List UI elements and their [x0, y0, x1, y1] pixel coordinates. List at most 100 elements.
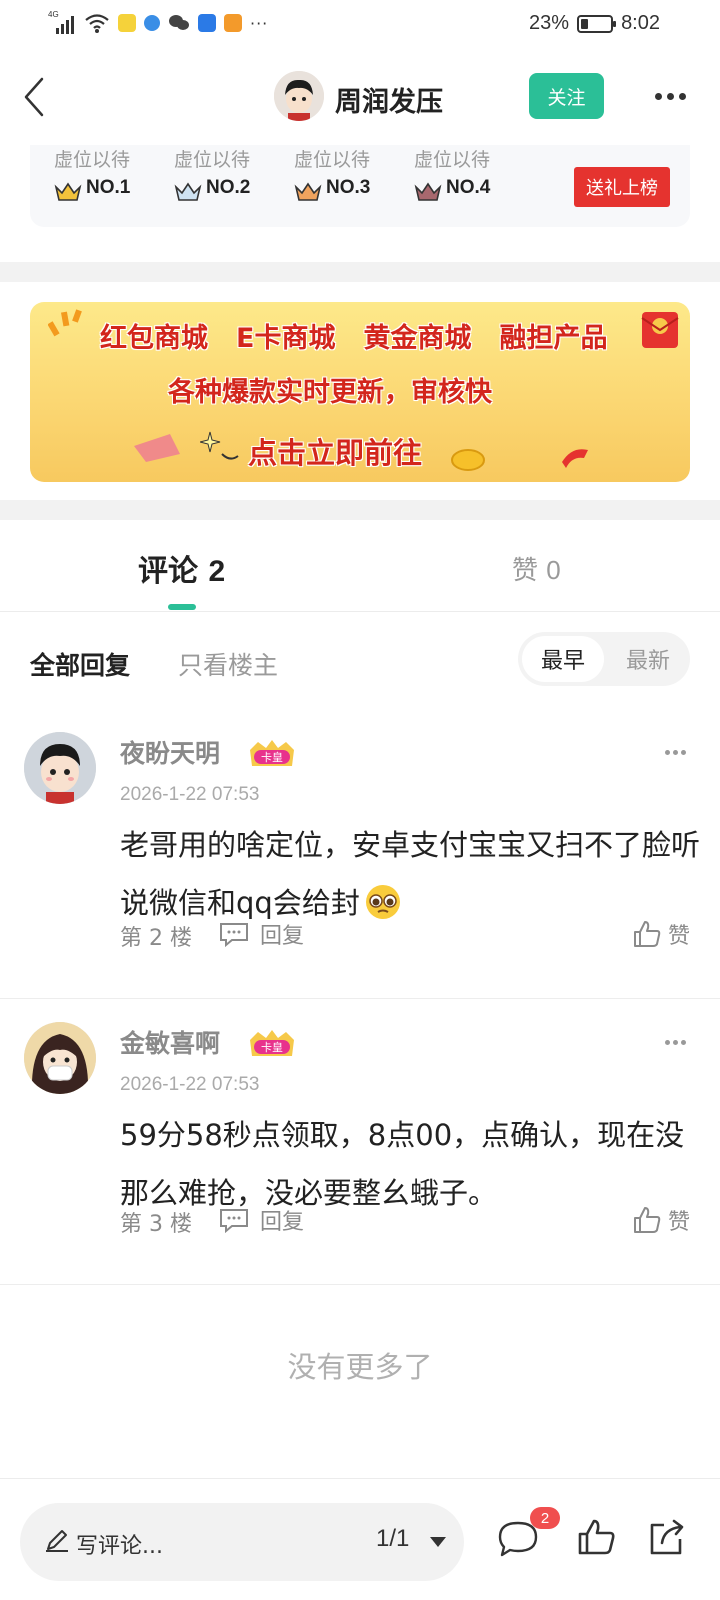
- cartoon-avatar-icon: [274, 71, 324, 121]
- reply-button[interactable]: 回复: [218, 918, 304, 950]
- rank-number: NO.2: [206, 177, 251, 198]
- more-notifications: ···: [250, 13, 269, 33]
- floor-number: 第 2 楼: [120, 926, 192, 951]
- end-of-list-text: 没有更多了: [287, 1350, 433, 1384]
- rank-slot-4[interactable]: 虚位以待 NO.4: [414, 145, 524, 201]
- banner-cta[interactable]: 点击立即前往: [248, 430, 422, 472]
- thumbs-up-icon: [634, 921, 661, 947]
- reply-icon: [220, 923, 248, 947]
- like-button[interactable]: 赞: [632, 1204, 690, 1236]
- cartoon-avatar-icon: [24, 732, 96, 804]
- more-options-icon[interactable]: [650, 81, 690, 111]
- sort-earliest-button[interactable]: 最早: [522, 636, 604, 682]
- battery-percent: 23%: [529, 12, 570, 34]
- reply-button[interactable]: 回复: [218, 1204, 304, 1236]
- commenter-avatar[interactable]: [24, 732, 96, 804]
- vip-badge-text: 卡皇: [261, 1040, 283, 1054]
- gift-rank-button[interactable]: 送礼上榜: [574, 167, 670, 207]
- rank-slot-3[interactable]: 虚位以待 NO.3: [294, 145, 404, 201]
- signal-icon: 4G: [48, 10, 76, 36]
- sparkle-icon: [48, 309, 82, 337]
- status-bar: 4G ··· 23% 8:02: [0, 0, 720, 50]
- rank-slot-label: 虚位以待: [414, 149, 491, 171]
- banner-subtitle: 各种爆款实时更新，审核快: [168, 377, 492, 408]
- bottom-action-bar: 写评论... 1/1 2: [0, 1478, 720, 1600]
- like-label: 赞: [668, 924, 691, 949]
- comment-item: 夜盼天明 卡皇 2026-1-22 07:53 老哥用的啥定位，安卓支付宝宝又扫…: [0, 732, 720, 992]
- red-envelope-icon: [641, 312, 679, 348]
- tab-comments[interactable]: 评论 2: [138, 546, 225, 590]
- comment-tabs: 评论 2 赞 0: [0, 520, 720, 612]
- reply-label: 回复: [260, 1210, 305, 1235]
- rank-slot-2[interactable]: 虚位以待 NO.2: [174, 145, 284, 201]
- battery-icon: [577, 14, 617, 33]
- author-avatar[interactable]: [274, 71, 324, 121]
- status-right: 23% 8:02: [529, 12, 660, 35]
- reply-label: 回复: [260, 924, 305, 949]
- browser-app-icon: [144, 15, 160, 31]
- section-divider: [0, 500, 720, 520]
- tab-likes[interactable]: 赞 0: [512, 550, 561, 587]
- comment-more-icon[interactable]: [660, 742, 690, 762]
- rank-slot-1[interactable]: 虚位以待 NO.1: [54, 145, 164, 201]
- tab-likes-label: 赞: [512, 556, 539, 586]
- crown-gold-icon: [54, 182, 82, 201]
- comment-more-icon[interactable]: [660, 1032, 690, 1052]
- vip-badge-text: 卡皇: [261, 750, 283, 764]
- commenter-name[interactable]: 金敏喜啊: [120, 1024, 220, 1060]
- thumbs-up-icon: [634, 1207, 661, 1233]
- follow-button[interactable]: 关注: [529, 73, 604, 119]
- anime-avatar-icon: [24, 1022, 96, 1094]
- sort-newest-button[interactable]: 最新: [610, 636, 686, 682]
- rank-number: NO.3: [326, 177, 371, 198]
- commenter-avatar[interactable]: [24, 1022, 96, 1094]
- banner-item: E卡商城: [236, 323, 336, 354]
- crown-dark-icon: [414, 182, 442, 201]
- tab-comments-count: 2: [208, 555, 226, 588]
- rank-number: NO.1: [86, 177, 131, 198]
- back-icon[interactable]: [20, 75, 50, 119]
- coin-icon: [451, 449, 485, 471]
- vip-badge-icon: 卡皇: [250, 1030, 294, 1056]
- banner-item: 红包商城: [100, 323, 208, 354]
- ribbon-icon: [562, 449, 588, 468]
- comment-filters: 全部回复 只看楼主 最早 最新: [0, 632, 720, 692]
- thumbs-up-icon[interactable]: [576, 1517, 616, 1557]
- banner-item: 黄金商城: [363, 323, 472, 354]
- gift-ranking-card: 虚位以待 NO.1 虚位以待 NO.2 虚位以待 NO.3 虚位以待 NO.4 …: [30, 145, 690, 227]
- wifi-icon: [85, 14, 109, 33]
- status-icons: 4G ···: [48, 10, 268, 36]
- like-button[interactable]: 赞: [632, 918, 690, 950]
- write-comment-input[interactable]: 写评论... 1/1: [20, 1503, 464, 1581]
- tab-comments-label: 评论: [138, 554, 198, 589]
- sort-toggle: 最早 最新: [518, 632, 690, 686]
- qq-app-icon: [198, 14, 216, 32]
- promo-banner[interactable]: 红包商城 E卡商城 黄金商城 融担产品 各种爆款实时更新，审核快 点击立即前往: [30, 302, 690, 482]
- filter-owner-only[interactable]: 只看楼主: [178, 646, 278, 682]
- comment-text: 老哥用的啥定位，安卓支付宝宝又扫不了脸听说微信和qq会给封: [120, 816, 700, 932]
- commenter-name[interactable]: 夜盼天明: [120, 734, 220, 770]
- crown-bronze-icon: [294, 182, 322, 201]
- vip-badge-icon: 卡皇: [250, 740, 294, 766]
- section-divider: [0, 262, 720, 282]
- floor-number: 第 3 楼: [120, 1212, 192, 1237]
- comment-body: 老哥用的啥定位，安卓支付宝宝又扫不了脸听说微信和qq会给封: [120, 828, 701, 920]
- chevron-down-icon[interactable]: [430, 1537, 446, 1547]
- share-icon[interactable]: [646, 1517, 686, 1557]
- top-nav: 周润发压 关注: [0, 55, 720, 145]
- comment-divider: [0, 998, 720, 999]
- filter-all-replies[interactable]: 全部回复: [30, 646, 130, 682]
- comment-count-badge: 2: [530, 1507, 560, 1529]
- rank-slot-label: 虚位以待: [174, 149, 251, 171]
- rank-slot-label: 虚位以待: [54, 149, 131, 171]
- pleading-face-icon: [365, 885, 400, 919]
- banner-item: 融担产品: [499, 323, 608, 354]
- comment-divider: [0, 1284, 720, 1285]
- tab-likes-count: 0: [546, 555, 561, 585]
- page-indicator[interactable]: 1/1: [376, 1525, 409, 1553]
- clock: 8:02: [621, 12, 660, 34]
- comment-time: 2026-1-22 07:53: [120, 1074, 260, 1095]
- pen-icon: [46, 1530, 68, 1552]
- author-name[interactable]: 周润发压: [335, 80, 443, 119]
- notification-app-icon: [118, 14, 136, 32]
